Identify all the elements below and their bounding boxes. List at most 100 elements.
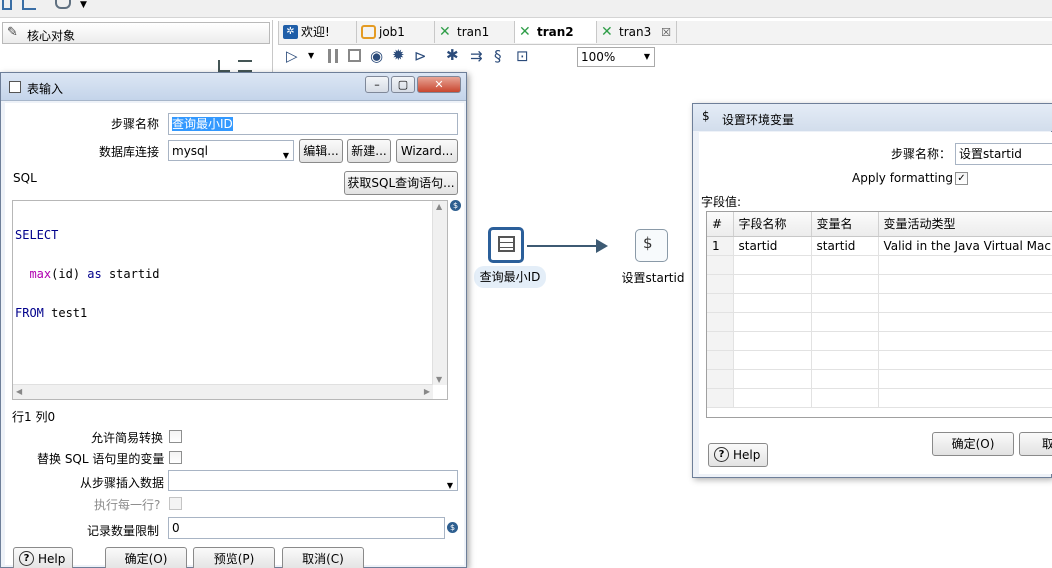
tab-label: tran2 [537, 25, 574, 39]
table-row[interactable] [707, 350, 1052, 370]
toolbar-icon-b[interactable] [22, 0, 36, 10]
pause-icon[interactable] [328, 49, 338, 63]
tree-icon[interactable] [218, 60, 230, 72]
step-name-input[interactable]: 设置startid [955, 143, 1052, 165]
dialog-body: 步骤名称： 设置startid Apply formatting ✓ 字段值: … [699, 132, 1052, 474]
ok-button[interactable]: 确定(O) [105, 547, 187, 568]
cancel-button[interactable]: 取消(C) [282, 547, 364, 568]
execute-each-row-checkbox[interactable] [169, 497, 182, 510]
table-row[interactable]: 1 startid startid Valid in the Java Virt… [707, 236, 1052, 256]
horizontal-scrollbar[interactable]: ◀ ▶ [13, 384, 433, 399]
scroll-left-icon[interactable]: ◀ [16, 387, 22, 396]
table-row[interactable] [707, 312, 1052, 332]
tab-tran1[interactable]: ✕ tran1 [435, 21, 515, 43]
list-icon[interactable] [238, 60, 252, 72]
verify-icon[interactable]: ✱ [446, 46, 459, 64]
transformation-icon: ✕ [439, 24, 451, 40]
impact-icon[interactable]: ⇉ [470, 47, 483, 65]
step-name-value: 设置startid [959, 147, 1022, 161]
help-button[interactable]: ? Help [13, 547, 73, 568]
help-icon: ? [19, 551, 34, 566]
toolbar-icon-a[interactable] [2, 0, 12, 10]
insert-from-step-label: 从步骤插入数据 [80, 476, 165, 490]
close-button[interactable]: ✕ [417, 76, 461, 93]
minimize-button[interactable]: – [365, 76, 389, 93]
canvas-hop[interactable] [527, 245, 599, 247]
zoom-select[interactable]: 100% ▼ [577, 47, 655, 67]
scroll-down-icon[interactable]: ▼ [436, 375, 442, 384]
replay-icon[interactable]: ⊳ [414, 47, 427, 65]
ok-button[interactable]: 确定(O) [932, 432, 1014, 456]
table-row[interactable] [707, 331, 1052, 351]
canvas-node-table-input[interactable] [488, 227, 524, 263]
table-row[interactable] [707, 388, 1052, 408]
tab-tran3[interactable]: ✕ tran3 ☒ [597, 21, 677, 43]
limit-label: 记录数量限制 [87, 524, 160, 538]
column-header[interactable]: # [707, 212, 734, 237]
dropdown-arrow-icon[interactable]: ▼ [80, 0, 87, 10]
vertical-scrollbar[interactable]: ▲ ▼ [432, 201, 447, 385]
tab-welcome[interactable]: ✲ 欢迎! [279, 21, 357, 43]
lazy-conversion-label: 允许简易转换 [91, 431, 164, 445]
table-row[interactable] [707, 274, 1052, 294]
wizard-button[interactable]: Wizard... [396, 139, 458, 163]
scroll-right-icon[interactable]: ▶ [424, 387, 430, 396]
stop-icon[interactable] [348, 49, 361, 62]
column-header[interactable]: 字段名称 [733, 212, 812, 237]
fields-label: 字段值: [701, 195, 742, 209]
dialog-titlebar[interactable]: 表输入 – ▢ ✕ [1, 73, 466, 101]
table-row[interactable] [707, 293, 1052, 313]
top-toolbar: ▼ [0, 0, 1052, 18]
table-input-icon [498, 236, 515, 252]
fields-table[interactable]: # 字段名称 变量名 变量活动类型 1 startid startid Vali… [706, 211, 1052, 418]
table-row[interactable] [707, 369, 1052, 389]
limit-input[interactable]: 0 [168, 517, 445, 539]
tab-job1[interactable]: job1 [357, 21, 435, 43]
run-dropdown-icon[interactable]: ▼ [308, 51, 314, 60]
edit-connection-button[interactable]: 编辑... [299, 139, 343, 163]
set-variables-icon: $ [702, 109, 710, 123]
sql-icon[interactable]: § [494, 47, 502, 65]
maximize-button[interactable]: ▢ [391, 76, 415, 93]
scroll-up-icon[interactable]: ▲ [436, 202, 442, 211]
table-cell[interactable]: startid [811, 236, 879, 256]
tab-label: 欢迎! [301, 25, 330, 39]
sql-line-3: FROM test1 [15, 306, 88, 320]
sql-code: SELECT max(id) as startid FROM test1 [15, 203, 160, 346]
editor-tabs: ✲ 欢迎! job1 ✕ tran1 ✕ tran2 ✕ tran3 ☒ [278, 21, 1052, 45]
dialog-titlebar[interactable]: $ 设置环境变量 [693, 104, 1052, 131]
preview-button[interactable]: 预览(P) [193, 547, 275, 568]
tab-label: job1 [379, 25, 405, 39]
explore-db-icon[interactable]: ⊡ [516, 47, 529, 65]
layers-icon[interactable] [55, 0, 71, 9]
insert-from-step-select[interactable]: ▼ [168, 470, 458, 491]
get-sql-button[interactable]: 获取SQL查询语句... [344, 171, 458, 195]
column-header[interactable]: 变量活动类型 [878, 212, 1052, 237]
apply-formatting-checkbox[interactable]: ✓ [955, 172, 968, 185]
replace-vars-checkbox[interactable] [169, 451, 182, 464]
limit-value: 0 [172, 521, 180, 535]
cancel-button[interactable]: 取 [1019, 432, 1052, 456]
transformation-toolbar: ▷ ▼ ◉ ✹ ⊳ ✱ ⇉ § ⊡ 100% ▼ [278, 45, 1052, 69]
help-button[interactable]: ? Help [708, 443, 768, 467]
pencil-icon: ✎ [7, 25, 18, 40]
welcome-icon: ✲ [283, 25, 298, 39]
new-connection-button[interactable]: 新建... [347, 139, 391, 163]
core-objects-tab[interactable]: ✎ 核心对象 [2, 22, 270, 44]
preview-icon[interactable]: ◉ [370, 47, 383, 65]
canvas-node-set-variables[interactable]: $ [635, 229, 668, 262]
step-name-input[interactable]: 查询最小ID [168, 113, 458, 135]
column-header[interactable]: 变量名 [811, 212, 879, 237]
table-cell[interactable]: startid [733, 236, 812, 256]
tab-tran2[interactable]: ✕ tran2 [515, 21, 597, 43]
set-variables-dialog: $ 设置环境变量 步骤名称： 设置startid Apply formattin… [692, 103, 1052, 478]
table-cell[interactable]: Valid in the Java Virtual Machine [878, 236, 1052, 256]
db-connection-select[interactable]: mysql ▼ [168, 140, 294, 161]
lazy-conversion-checkbox[interactable] [169, 430, 182, 443]
sql-editor[interactable]: SELECT max(id) as startid FROM test1 ▲ ▼… [12, 200, 448, 400]
table-row[interactable] [707, 255, 1052, 275]
run-icon[interactable]: ▷ [286, 47, 298, 65]
variable-icon: $ [450, 200, 461, 211]
debug-icon[interactable]: ✹ [392, 46, 405, 64]
close-icon[interactable]: ☒ [661, 26, 671, 39]
